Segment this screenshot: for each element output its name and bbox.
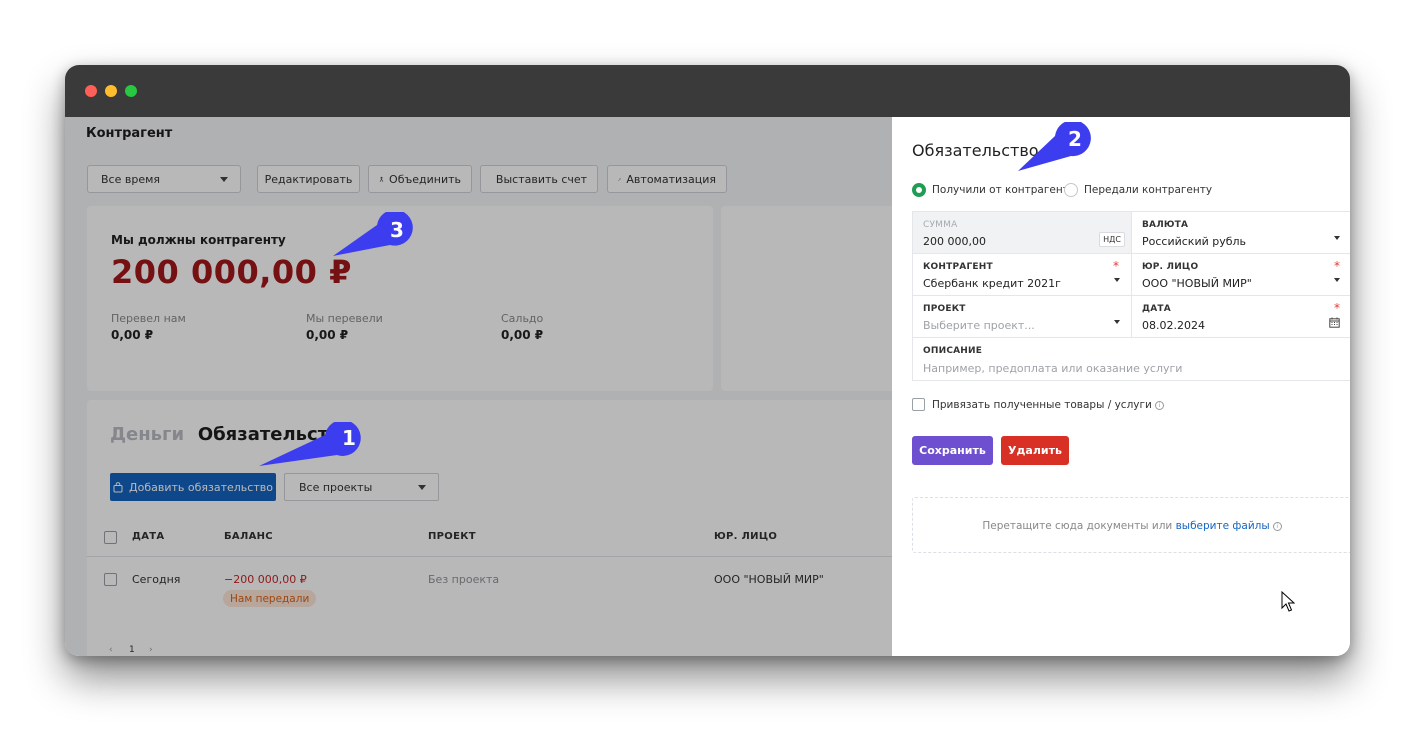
app-content: Контрагент Все время Редактировать Объед… [65,117,1350,656]
link-goods-checkbox[interactable] [912,398,925,411]
app-window: Контрагент Все время Редактировать Объед… [65,65,1350,656]
calendar-icon[interactable] [1329,317,1340,328]
radio-received-label[interactable]: Получили от контрагента [932,184,1075,196]
chevron-down-icon [1114,320,1120,324]
chevron-down-icon [1334,236,1340,240]
obligation-panel: Обязательство Получили от контрагента Пе… [892,117,1350,656]
vat-toggle[interactable]: НДС [1099,232,1125,247]
choose-files-link[interactable]: выберите файлы [1176,520,1270,532]
modal-overlay[interactable] [65,117,892,656]
currency-label: ВАЛЮТА [1142,220,1189,230]
date-field[interactable]: ДАТА * 08.02.2024 [1131,295,1350,338]
mouse-cursor-icon [1281,591,1295,612]
project-label: ПРОЕКТ [923,304,966,314]
counterparty-label: КОНТРАГЕНТ [923,262,993,272]
project-select[interactable]: ПРОЕКТ Выберите проект... [912,295,1132,338]
entity-value: ООО "НОВЫЙ МИР" [1142,277,1252,290]
description-label: ОПИСАНИЕ [923,346,983,356]
date-label: ДАТА [1142,304,1171,314]
link-goods-text: Привязать полученные товары / услуги [932,399,1152,411]
counterparty-value: Сбербанк кредит 2021г [923,277,1061,290]
required-marker: * [1334,259,1340,273]
currency-select[interactable]: ВАЛЮТА Российский рубль [1131,211,1350,254]
radio-transferred[interactable] [1064,183,1078,197]
dropzone-text: Перетащите сюда документы или выберите ф… [913,520,1350,532]
callout-3-number: 3 [390,218,404,242]
maximize-window-button[interactable] [125,85,137,97]
entity-label: ЮР. ЛИЦО [1142,262,1199,272]
sum-label: СУММА [923,220,958,230]
callout-1-number: 1 [342,426,356,450]
sum-value: 200 000,00 [923,235,986,248]
radio-received[interactable] [912,183,926,197]
window-titlebar [65,65,1350,117]
counterparty-select[interactable]: КОНТРАГЕНТ * Сбербанк кредит 2021г [912,253,1132,296]
sum-field[interactable]: СУММА 200 000,00 НДС [912,211,1132,254]
radio-transferred-label[interactable]: Передали контрагенту [1084,184,1212,196]
delete-button[interactable]: Удалить [1001,436,1069,465]
close-window-button[interactable] [85,85,97,97]
minimize-window-button[interactable] [105,85,117,97]
link-goods-label[interactable]: Привязать полученные товары / услуги i [932,399,1164,411]
entity-select[interactable]: ЮР. ЛИЦО * ООО "НОВЫЙ МИР" [1131,253,1350,296]
info-icon[interactable]: i [1154,400,1164,410]
callout-2-number: 2 [1068,127,1082,151]
file-dropzone[interactable]: Перетащите сюда документы или выберите ф… [912,497,1350,553]
dropzone-label: Перетащите сюда документы или [982,520,1173,532]
description-placeholder: Например, предоплата или оказание услуги [923,362,1183,375]
counterparty-page: Контрагент Все время Редактировать Объед… [65,117,892,656]
chevron-down-icon [1114,278,1120,282]
description-field[interactable]: ОПИСАНИЕ Например, предоплата или оказан… [912,337,1350,381]
date-value: 08.02.2024 [1142,319,1205,332]
save-button[interactable]: Сохранить [912,436,993,465]
project-placeholder: Выберите проект... [923,319,1035,332]
chevron-down-icon [1334,278,1340,282]
required-marker: * [1334,301,1340,315]
required-marker: * [1113,259,1119,273]
currency-value: Российский рубль [1142,235,1247,248]
info-icon[interactable]: i [1272,521,1282,531]
